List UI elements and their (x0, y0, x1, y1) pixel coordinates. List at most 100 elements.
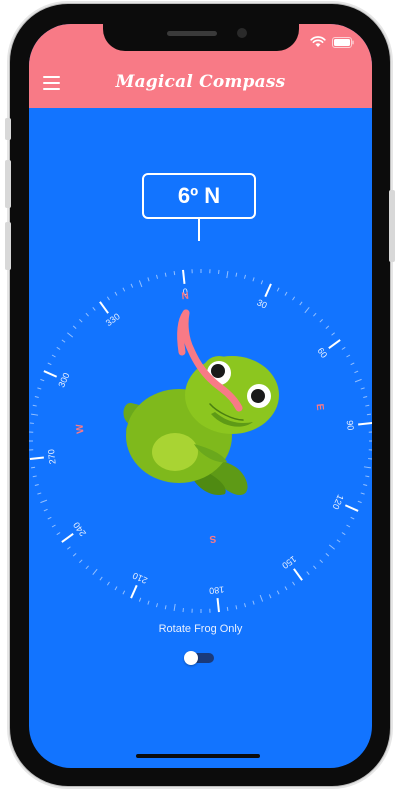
volume-down-button (5, 222, 11, 270)
degree-label-150: 150 (280, 554, 298, 571)
minor-tick (92, 307, 96, 311)
cardinal-east: E (314, 403, 326, 411)
minor-tick (363, 483, 368, 486)
cardinal-west: W (74, 423, 86, 434)
minor-tick (122, 287, 126, 292)
degree-label-90: 90 (345, 420, 356, 431)
minor-tick (319, 559, 323, 563)
minor-tick (350, 362, 355, 366)
major-tick (43, 370, 58, 378)
degree-label-120: 120 (330, 493, 345, 511)
minor-tick (325, 325, 330, 329)
minor-tick (32, 404, 37, 407)
minor-tick (147, 600, 150, 605)
minor-tick (284, 291, 288, 296)
minor-tick (328, 544, 335, 550)
minor-tick (67, 332, 74, 338)
home-indicator (136, 754, 260, 758)
major-tick (182, 269, 186, 284)
minor-tick (319, 319, 323, 323)
minor-tick (357, 500, 362, 504)
degree-label-240: 240 (71, 520, 88, 538)
minor-tick (37, 492, 42, 495)
minor-tick (114, 291, 118, 296)
minor-tick (331, 332, 335, 336)
major-tick (344, 504, 359, 512)
minor-tick (156, 603, 159, 608)
minor-tick (341, 346, 346, 350)
major-tick (99, 301, 109, 314)
minor-tick (92, 568, 98, 575)
minor-tick (299, 301, 303, 306)
major-tick (29, 456, 44, 460)
minor-tick (350, 516, 355, 520)
minor-tick (164, 605, 167, 610)
minor-tick (260, 280, 264, 285)
minor-tick (292, 296, 296, 301)
minor-tick (306, 571, 310, 575)
volume-up-button (5, 160, 11, 208)
minor-tick (72, 553, 77, 557)
minor-tick (365, 475, 370, 478)
major-tick (293, 568, 303, 581)
minor-tick (259, 594, 264, 602)
minor-tick (122, 590, 126, 595)
minor-tick (34, 483, 39, 486)
minor-tick (336, 539, 341, 543)
minor-tick (72, 325, 77, 329)
toggle-knob (184, 651, 198, 665)
minor-tick (226, 606, 229, 611)
minor-tick (173, 603, 176, 611)
minor-tick (243, 274, 246, 279)
minor-tick (313, 312, 317, 317)
minor-tick (292, 581, 296, 586)
minor-tick (61, 339, 66, 343)
major-tick (264, 283, 272, 298)
minor-tick (32, 475, 37, 478)
minor-tick (325, 553, 330, 557)
rotate-frog-label: Rotate Frog Only (158, 623, 243, 635)
minor-tick (130, 283, 134, 288)
minor-tick (106, 296, 110, 301)
rotate-frog-toggle[interactable] (184, 651, 214, 665)
major-tick (61, 533, 74, 543)
degree-label-270: 270 (46, 449, 58, 465)
minor-tick (226, 271, 229, 279)
minor-tick (346, 524, 351, 528)
minor-tick (252, 277, 255, 282)
minor-tick (173, 271, 176, 276)
degree-label-300: 300 (56, 371, 71, 389)
minor-tick (235, 272, 238, 277)
minor-tick (366, 413, 371, 416)
minor-tick (40, 378, 45, 382)
minor-tick (304, 307, 310, 314)
minor-tick (138, 597, 142, 602)
minor-tick (106, 581, 110, 586)
minor-tick (164, 272, 167, 277)
minor-tick (276, 590, 280, 595)
minor-tick (79, 319, 83, 323)
minor-tick (34, 396, 39, 399)
mute-switch (5, 118, 11, 140)
minor-tick (235, 605, 238, 610)
minor-tick (138, 280, 143, 288)
minor-tick (67, 546, 71, 550)
major-tick (216, 598, 220, 613)
degree-label-60: 60 (315, 346, 329, 360)
minor-tick (313, 565, 317, 570)
minor-tick (47, 362, 52, 366)
screen: Magical Compass 6º N 0 30 60 90 120 150 180 210… (29, 24, 372, 768)
minor-tick (51, 524, 56, 528)
major-tick (328, 339, 341, 349)
minor-tick (114, 586, 118, 591)
minor-tick (37, 387, 42, 390)
minor-tick (31, 413, 39, 416)
power-button (389, 190, 395, 262)
major-tick (358, 422, 372, 426)
minor-tick (56, 532, 61, 536)
minor-tick (341, 532, 346, 536)
minor-tick (56, 346, 61, 350)
minor-tick (268, 594, 272, 599)
minor-tick (43, 508, 48, 512)
minor-tick (40, 499, 48, 504)
